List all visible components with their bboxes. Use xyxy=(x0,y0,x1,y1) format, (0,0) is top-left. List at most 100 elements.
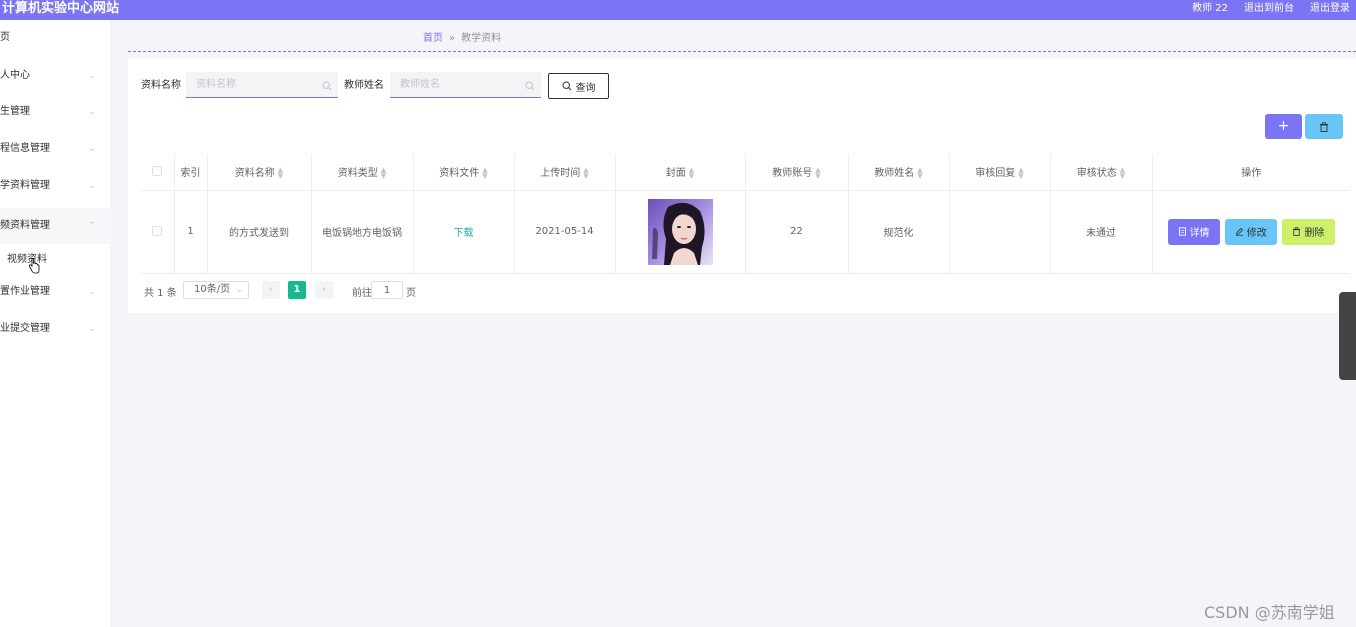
column-header-label: 审核回复 xyxy=(975,168,1016,180)
sidebar-item-homework-submission[interactable]: 作业提交管理 ⌄ xyxy=(0,319,110,339)
table-header-row: 索引 资料名称 ▲ ▼ 资料类型 ▲ ▼ 资料文件 ▲ ▼ 上传时间 ▲ ▼ 封面 ▲ ▼ 教师账号… xyxy=(140,154,1350,191)
cell-upload-time: 2021-05-14 xyxy=(514,190,616,274)
column-header-label: 审核状态 xyxy=(1076,168,1117,180)
sidebar-item-student-management[interactable]: 学生管理 ⌄ xyxy=(0,102,110,122)
column-header-sortable[interactable]: 上传时间 ▲ ▼ xyxy=(514,154,616,191)
teacher-name-input[interactable] xyxy=(390,72,541,98)
cell-review-status: 未通过 xyxy=(1050,190,1153,274)
column-header-sortable[interactable]: 资料类型 ▲ ▼ xyxy=(311,154,414,191)
column-header-sortable[interactable]: 审核回复 ▲ ▼ xyxy=(949,154,1051,191)
page-number-current[interactable]: 1 xyxy=(288,281,306,299)
sidebar-item-label: 首页 xyxy=(0,32,10,43)
sidebar-item-personal-center[interactable]: 个人中心 ⌄ xyxy=(0,66,110,86)
sidebar-item-course-info[interactable]: 课程信息管理 ⌄ xyxy=(0,139,110,159)
sort-icon[interactable]: ▲ ▼ xyxy=(381,167,386,180)
sidebar-item-label: 课程信息管理 xyxy=(0,143,50,154)
column-header-sortable[interactable]: 封面 ▲ ▼ xyxy=(615,154,746,191)
site-title: 计算机实验中心网站 xyxy=(2,1,120,16)
sidebar-item-label: 个人中心 xyxy=(0,70,30,81)
materials-table: 索引 资料名称 ▲ ▼ 资料类型 ▲ ▼ 资料文件 ▲ ▼ 上传时间 ▲ ▼ 封面 ▲ ▼ 教师账号… xyxy=(140,154,1350,274)
select-all-checkbox[interactable] xyxy=(151,166,162,177)
user-label[interactable]: 教师 22 xyxy=(1192,3,1228,15)
sidebar-item-label: 布置作业管理 xyxy=(0,286,50,297)
sidebar-item-assign-homework[interactable]: 布置作业管理 ⌄ xyxy=(0,282,110,302)
add-button[interactable]: + xyxy=(1265,114,1302,139)
page-size-value: 10条/页 xyxy=(194,284,231,295)
column-header-sortable[interactable]: 教师账号 ▲ ▼ xyxy=(745,154,849,191)
sort-icon[interactable]: ▲ ▼ xyxy=(583,167,588,180)
column-header-label: 封面 xyxy=(665,168,686,180)
header-select-all[interactable] xyxy=(140,154,175,191)
sidebar-subitem-video[interactable]: 视频资料 xyxy=(0,248,110,272)
column-header-sortable[interactable]: 审核状态 ▲ ▼ xyxy=(1050,154,1153,191)
cover-image[interactable] xyxy=(647,198,713,265)
sort-icon[interactable]: ▲ ▼ xyxy=(917,167,922,180)
edit-button-label: 修改 xyxy=(1246,228,1267,239)
sort-icon[interactable]: ▲ ▼ xyxy=(815,167,820,180)
sort-icon[interactable]: ▲ ▼ xyxy=(482,167,487,180)
column-header-label: 教师账号 xyxy=(772,168,813,180)
header-actions: 教师 22 退出到前台 退出登录 xyxy=(1192,3,1350,15)
cell-name: 的方式发送到 xyxy=(207,190,312,274)
goto-page-input[interactable] xyxy=(371,281,403,299)
column-header: 索引 xyxy=(174,154,208,191)
sidebar-item-label: 作业提交管理 xyxy=(0,323,50,334)
trash-icon xyxy=(1320,121,1328,132)
logout-link[interactable]: 退出登录 xyxy=(1310,3,1350,15)
batch-delete-button[interactable] xyxy=(1305,114,1343,139)
chevron-down-icon: ⌄ xyxy=(236,285,243,294)
sidebar-item-label: 视频资料管理 xyxy=(0,220,50,231)
cell-teacher-name: 规范化 xyxy=(848,190,950,274)
detail-button[interactable]: 详情 xyxy=(1167,218,1220,245)
column-header-label: 上传时间 xyxy=(540,168,581,180)
cell-teacher-account: 22 xyxy=(745,190,849,274)
cell-cover xyxy=(615,190,746,274)
sidebar-item-teaching-materials[interactable]: 教学资料管理 ⌄ xyxy=(0,176,110,196)
search-icon xyxy=(322,81,332,91)
material-name-input[interactable] xyxy=(186,72,338,98)
column-header-sortable[interactable]: 资料文件 ▲ ▼ xyxy=(413,154,515,191)
side-drawer-handle[interactable] xyxy=(1339,292,1356,380)
page-size-select[interactable]: 10条/页 ⌄ xyxy=(183,281,249,299)
page-unit-label: 页 xyxy=(406,288,416,299)
breadcrumb-separator: » xyxy=(449,33,456,44)
prev-page-button[interactable]: ‹ xyxy=(262,281,280,299)
delete-button-label: 删除 xyxy=(1304,228,1325,239)
column-header-label: 资料类型 xyxy=(337,168,378,180)
sidebar-item-label: 教学资料管理 xyxy=(0,180,50,191)
sort-icon[interactable]: ▲ ▼ xyxy=(278,167,283,180)
delete-button[interactable]: 删除 xyxy=(1281,218,1335,245)
row-checkbox[interactable] xyxy=(151,226,162,236)
watermark: CSDN @苏南学姐 xyxy=(1204,603,1335,622)
edit-button[interactable]: 修改 xyxy=(1224,218,1277,245)
sort-icon[interactable]: ▲ ▼ xyxy=(1120,167,1125,180)
download-link[interactable]: 下载 xyxy=(454,228,474,239)
sidebar-item-home[interactable]: 首页 xyxy=(0,28,110,48)
column-header-sortable[interactable]: 教师姓名 ▲ ▼ xyxy=(848,154,950,191)
goto-label: 前往 xyxy=(352,288,372,299)
pagination-total: 共 1 条 xyxy=(144,288,177,299)
sidebar-item-video-materials[interactable]: 视频资料管理 ⌃ xyxy=(0,208,110,244)
sidebar-subitem-label: 视频资料 xyxy=(7,254,47,265)
back-to-front-link[interactable]: 退出到前台 xyxy=(1244,3,1294,15)
search-icon xyxy=(525,81,535,91)
cell-type: 电饭锅地方电饭锅 xyxy=(311,190,414,274)
trash-icon xyxy=(1293,227,1301,236)
material-name-label: 资料名称 xyxy=(141,80,181,91)
query-button-label: 查询 xyxy=(575,82,596,94)
column-header: 操作 xyxy=(1152,154,1350,191)
cell-review-reply xyxy=(949,190,1051,274)
row-select-cell[interactable] xyxy=(140,190,175,274)
sort-icon[interactable]: ▲ ▼ xyxy=(1018,167,1023,180)
breadcrumb: 首页 » 教学资料 xyxy=(423,33,501,45)
next-page-button[interactable]: › xyxy=(315,281,333,299)
breadcrumb-home[interactable]: 首页 xyxy=(423,33,443,45)
sort-icon[interactable]: ▲ ▼ xyxy=(689,167,694,180)
cell-file: 下载 xyxy=(413,190,515,274)
sidebar-item-label: 学生管理 xyxy=(0,106,30,117)
cell-operations: 详情 修改 删除 xyxy=(1152,190,1350,274)
query-button[interactable]: 查询 xyxy=(548,73,609,99)
sidebar: 首页 个人中心 ⌄ 学生管理 ⌄ 课程信息管理 ⌄ 教学资料管理 ⌄ 视频资料管… xyxy=(0,20,110,627)
column-header-sortable[interactable]: 资料名称 ▲ ▼ xyxy=(207,154,312,191)
column-header-label: 资料文件 xyxy=(439,168,480,180)
